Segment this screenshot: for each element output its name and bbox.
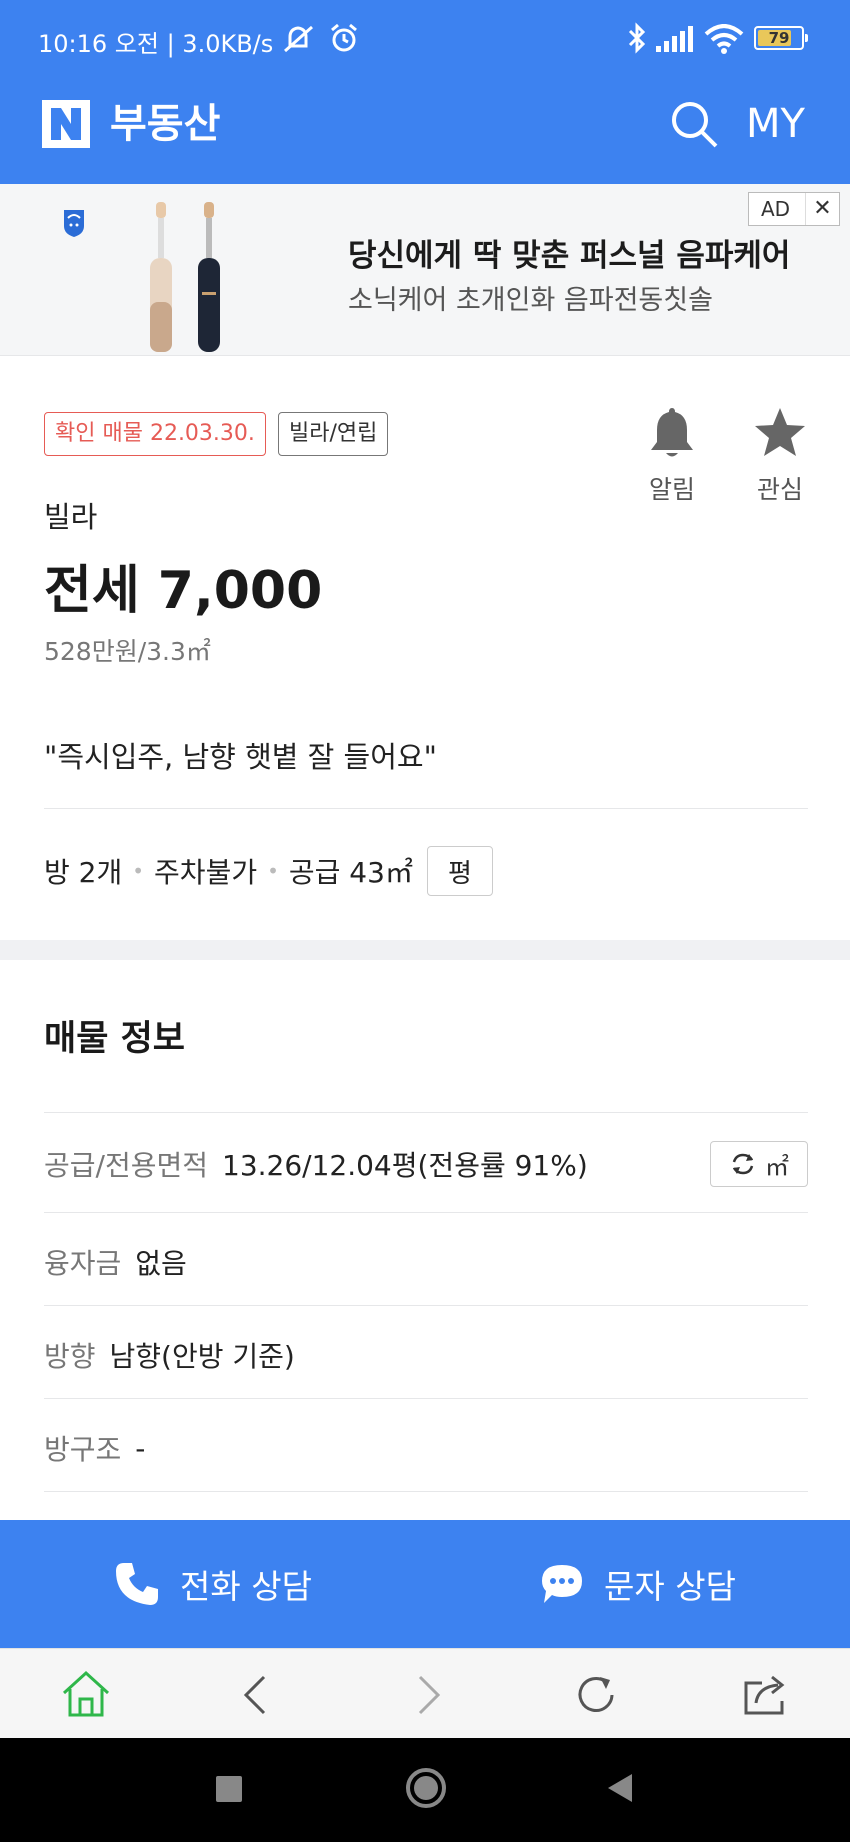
home-nav-icon[interactable]	[404, 1766, 448, 1810]
separator-dot: •	[132, 859, 145, 883]
divider	[44, 808, 808, 809]
alarm-button[interactable]: 알림	[632, 406, 712, 506]
share-icon[interactable]	[738, 1667, 794, 1723]
status-bar: 10:16 오전 | 3.0KB/s 79	[0, 0, 850, 80]
call-label: 전화 상담	[180, 1567, 312, 1606]
unit-toggle-label: ㎡	[765, 1152, 789, 1181]
contact-bar: 전화 상담 문자 상담	[0, 1520, 850, 1648]
app-header: 부동산 MY	[0, 80, 850, 184]
refresh-icon	[732, 1153, 754, 1175]
back-icon[interactable]	[228, 1667, 284, 1723]
feature-area: 공급 43㎡	[288, 856, 413, 889]
info-label: 공급/전용면적	[44, 1149, 208, 1182]
phone-icon	[116, 1563, 158, 1605]
pyeong-toggle-button[interactable]: 평	[426, 846, 493, 896]
call-button[interactable]: 전화 상담	[114, 1520, 312, 1648]
home-icon[interactable]	[58, 1667, 114, 1723]
property-kind: 빌라	[44, 500, 98, 534]
separator-dot: •	[267, 859, 279, 883]
search-icon[interactable]	[668, 98, 720, 150]
toothbrush-black-image	[198, 202, 220, 352]
message-label: 문자 상담	[604, 1567, 736, 1606]
feature-parking: 주차불가	[154, 856, 258, 889]
divider	[44, 1212, 808, 1213]
section-title: 매물 정보	[44, 1019, 185, 1059]
ad-banner[interactable]: 당신에게 딱 맞춘 퍼스널 음파케어 소닉케어 초개인화 음파전동칫솔 AD ✕	[0, 184, 850, 356]
info-row-area: 공급/전용면적 13.26/12.04평(전용률 91%) ㎡	[44, 1140, 808, 1188]
mute-icon	[284, 25, 313, 53]
feature-summary: 방 2개 • 주차불가 • 공급 43㎡ 평	[44, 846, 493, 896]
divider	[44, 1398, 808, 1399]
alarm-clock-icon	[331, 23, 357, 52]
info-row-loan: 융자금 없음	[44, 1240, 808, 1284]
verified-listing-tag: 확인 매물 22.03.30.	[44, 412, 266, 456]
listing-price: 전세 7,000	[44, 561, 323, 621]
browser-toolbar	[0, 1648, 850, 1738]
unit-toggle-button[interactable]: ㎡	[710, 1141, 808, 1187]
philips-shield-icon	[64, 210, 84, 237]
ad-badge: AD ✕	[748, 192, 840, 226]
info-value: -	[135, 1431, 146, 1465]
info-row-structure: 방구조 -	[44, 1426, 808, 1470]
ad-subtitle: 소닉케어 초개인화 음파전동칫솔	[348, 285, 713, 316]
favorite-label: 관심	[756, 475, 803, 504]
property-type-tag: 빌라/연립	[278, 412, 389, 456]
info-value: 없음	[135, 1247, 187, 1280]
bell-icon	[651, 408, 693, 457]
signal-icon	[656, 26, 693, 52]
info-row-direction: 방향 남향(안방 기준)	[44, 1333, 808, 1377]
recents-icon[interactable]	[214, 1774, 244, 1804]
info-value: 남향(안방 기준)	[109, 1340, 295, 1373]
section-divider	[0, 940, 850, 960]
favorite-button[interactable]: 관심	[740, 406, 820, 506]
ad-headline: 당신에게 딱 맞춘 퍼스널 음파케어	[348, 238, 791, 274]
alarm-label: 알림	[648, 475, 695, 504]
ad-close-icon[interactable]: ✕	[805, 193, 839, 225]
message-button[interactable]: 문자 상담	[540, 1520, 736, 1648]
battery-icon: 79	[754, 26, 808, 50]
ad-label: AD	[761, 197, 791, 221]
unit-price: 528만원/3.3㎡	[44, 637, 211, 666]
page-title[interactable]: 부동산	[110, 100, 220, 148]
naver-logo[interactable]	[42, 100, 90, 148]
battery-level: 79	[768, 29, 790, 47]
listing-tagline: "즉시입주, 남향 햇볕 잘 들어요"	[44, 740, 437, 774]
back-nav-icon[interactable]	[604, 1772, 634, 1804]
divider	[44, 1305, 808, 1306]
bluetooth-icon	[628, 22, 646, 54]
chat-bubble-icon	[542, 1565, 582, 1603]
my-button[interactable]: MY	[746, 98, 805, 150]
info-label: 방향	[44, 1340, 96, 1373]
info-label: 방구조	[44, 1433, 122, 1466]
wifi-icon	[704, 24, 744, 54]
info-value: 13.26/12.04평(전용률 91%)	[222, 1149, 588, 1182]
feature-rooms: 방 2개	[44, 856, 123, 889]
star-icon	[755, 408, 805, 456]
info-label: 융자금	[44, 1247, 122, 1280]
forward-icon[interactable]	[400, 1667, 456, 1723]
divider	[44, 1491, 808, 1492]
toothbrush-white-image	[150, 202, 172, 352]
android-nav-bar	[0, 1738, 850, 1842]
divider	[44, 1112, 808, 1113]
reload-icon[interactable]	[568, 1667, 624, 1723]
status-time: 10:16 오전 | 3.0KB/s	[38, 30, 274, 58]
